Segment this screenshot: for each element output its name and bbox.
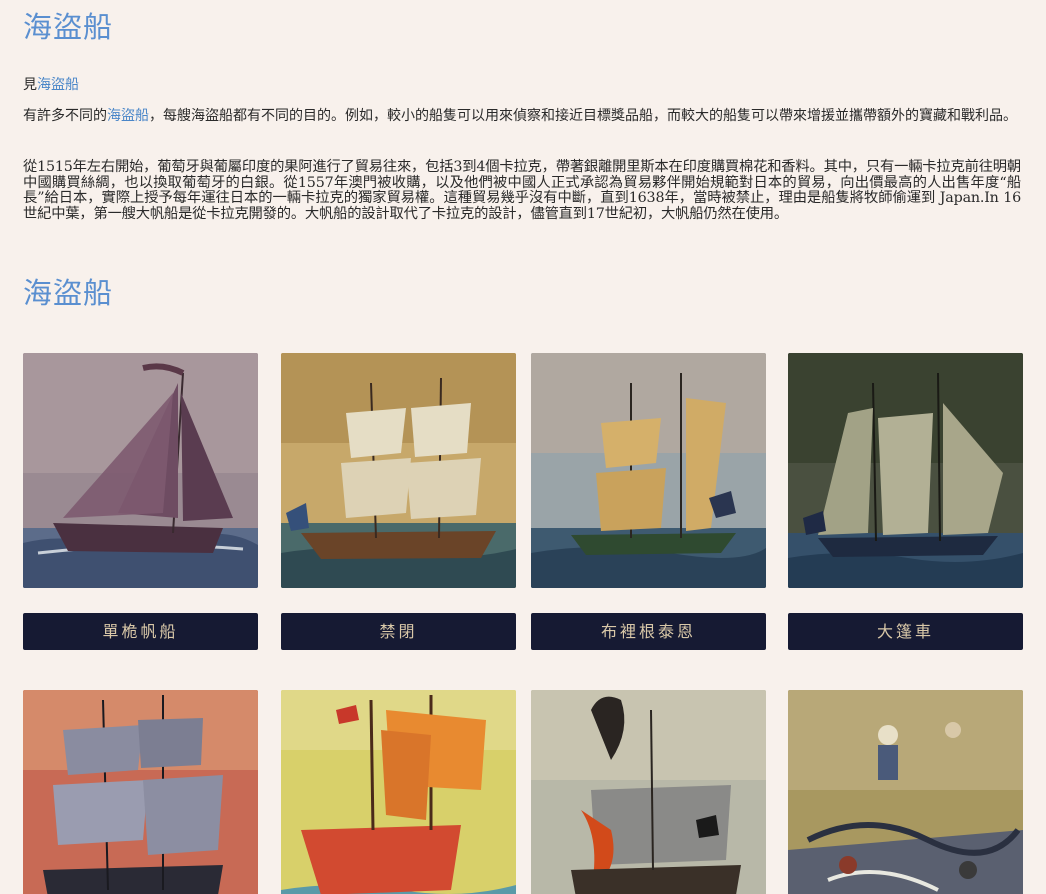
gallery-card-caravan[interactable]: 大篷車 (788, 353, 1023, 650)
history-paragraph: 從1515年左右開始，葡萄牙與葡屬印度的果阿進行了貿易往來，包括3到4個卡拉克，… (23, 159, 1021, 222)
carrack-image[interactable] (281, 690, 516, 894)
gallery-card-sloop[interactable]: 單桅帆船 (23, 353, 258, 650)
gallery-card-carrack[interactable] (281, 690, 516, 894)
caption-confinement[interactable]: 禁閉 (281, 613, 516, 650)
burning-ship-image[interactable] (531, 690, 766, 894)
galleon-image[interactable] (23, 690, 258, 894)
confinement-image[interactable] (281, 353, 516, 588)
gallery-card-burning-ship[interactable] (531, 690, 766, 894)
intro-prefix: 有許多不同的 (23, 108, 107, 124)
intro-paragraph: 有許多不同的海盜船，每艘海盜船都有不同的目的。例如，較小的船隻可以用來偵察和接近… (23, 105, 1021, 128)
intro-rest: ，每艘海盜船都有不同的目的。例如，較小的船隻可以用來偵察和接近目標獎品船，而較大… (149, 108, 1017, 124)
gallery-card-brigantine[interactable]: 布裡根泰恩 (531, 353, 766, 650)
see-prefix: 見 (23, 77, 37, 93)
boarding-image[interactable] (788, 690, 1023, 894)
section-title: 海盜船 (23, 276, 114, 310)
gallery-card-confinement[interactable]: 禁閉 (281, 353, 516, 650)
page-title: 海盜船 (23, 10, 114, 44)
gallery-card-boarding[interactable] (788, 690, 1023, 894)
caption-brigantine[interactable]: 布裡根泰恩 (531, 613, 766, 650)
see-also-line: 見海盜船 (23, 74, 79, 94)
sloop-image[interactable] (23, 353, 258, 588)
brigantine-image[interactable] (531, 353, 766, 588)
gallery-card-galleon[interactable] (23, 690, 258, 894)
caption-sloop[interactable]: 單桅帆船 (23, 613, 258, 650)
see-also-link[interactable]: 海盜船 (37, 77, 79, 93)
caravan-image[interactable] (788, 353, 1023, 588)
caption-caravan[interactable]: 大篷車 (788, 613, 1023, 650)
pirate-ship-link[interactable]: 海盜船 (107, 108, 149, 124)
